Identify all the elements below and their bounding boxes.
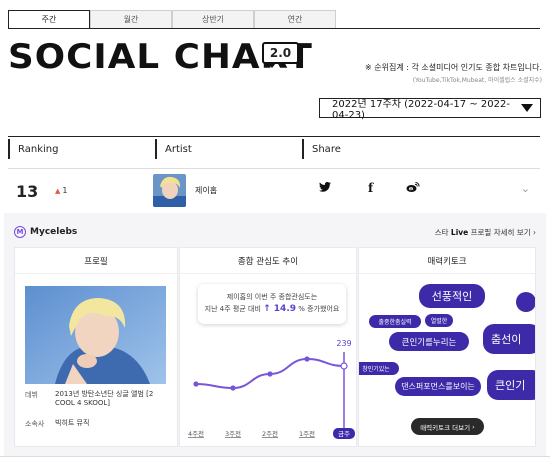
ranking-notice: ※ 순위집계 : 각 소셜미디어 인기도 종합 차트입니다. (YouTube,… <box>365 62 542 84</box>
star-live-prefix: 스타 <box>434 228 451 237</box>
x-axis-label[interactable]: 금주 <box>338 430 350 438</box>
keyword-more-label: 매력키토크 더보기 <box>420 423 471 432</box>
rank-change-value: 1 <box>62 186 68 195</box>
column-ranking: Ranking <box>8 139 156 159</box>
debut-key: 데뷔 <box>25 391 38 399</box>
keyword-bubble[interactable]: 창인기있는 <box>359 362 399 375</box>
profile-agency-row: 소속사 빅히트 뮤직 <box>25 419 165 429</box>
weibo-icon[interactable] <box>406 181 420 196</box>
keyword-title: 매력키토크 <box>359 248 535 274</box>
keyword-bubble[interactable]: 댄스퍼포먼스를보이는 <box>395 377 481 396</box>
chevron-right-icon: › <box>533 228 536 237</box>
notice-main: ※ 순위집계 : 각 소셜미디어 인기도 종합 차트입니다. <box>365 63 542 72</box>
tab-yearly[interactable]: 연간 <box>254 10 336 29</box>
week-selector[interactable]: 2022년 17주차 (2022-04-17 ~ 2022-04-23) <box>319 98 541 121</box>
trend-chart-area: 제이홉의 이번 주 종합관심도는 지난 4주 평균 대비 ↑ 14.9 % 증가… <box>180 274 358 448</box>
chevron-down-icon[interactable]: ⌄ <box>521 182 530 195</box>
keyword-bubble[interactable]: 큰인기를누리는 <box>389 332 469 351</box>
profile-title: 프로필 <box>15 248 177 274</box>
tabs-divider <box>8 28 540 29</box>
keyword-bubble[interactable]: 출중한춤실력 <box>369 315 421 328</box>
star-live-bold: Live <box>450 228 469 237</box>
notice-sub: (YouTube,TikTok,Mubeat, 마이셀럽스 소셜지수) <box>412 77 542 84</box>
header-top-line <box>8 136 540 137</box>
social-chart-logo: SOCIAL CHART 2.0 <box>8 38 312 76</box>
column-share: Share <box>302 139 540 159</box>
header-bottom-line <box>8 168 540 169</box>
trend-line-chart: 239 4주전 3주전 2주전 1주전 금주 <box>188 339 355 439</box>
star-live-suffix: 프로필 자세히 보기 <box>468 228 531 237</box>
facebook-icon[interactable]: f <box>368 181 373 195</box>
mycelebs-brand: M Mycelebs <box>14 226 77 238</box>
trend-peak-label: 239 <box>336 339 351 348</box>
debut-value: 2013년 방탄소년단 싱글 앨범 [2 COOL 4 SKOOL] <box>55 390 154 407</box>
chart-row[interactable]: 13 ▲ 1 제이홉 f ⌄ <box>8 170 540 210</box>
tab-half-year[interactable]: 상반기 <box>172 10 254 29</box>
trend-point <box>304 356 310 362</box>
column-artist: Artist <box>155 139 303 159</box>
profile-debut-row: 데뷔 2013년 방탄소년단 싱글 앨범 [2 COOL 4 SKOOL] <box>25 390 165 408</box>
week-selector-value: 2022년 17주차 (2022-04-17 ~ 2022-04-23) <box>332 99 510 121</box>
trend-box: 종합 관심도 추이 제이홉의 이번 주 종합관심도는 지난 4주 평균 대비 ↑… <box>179 247 357 447</box>
tab-weekly[interactable]: 주간 <box>8 10 90 29</box>
keyword-bubble[interactable]: 열렬한 <box>425 314 453 327</box>
keyword-box: 매력키토크 선풍적인 출중한춤실력 열렬한 큰인기를누리는 춤선이 창인기있는 … <box>358 247 536 447</box>
keyword-more-button[interactable]: 매력키토크 더보기 › <box>411 418 484 435</box>
trend-point <box>230 385 236 391</box>
page-bottom-line <box>0 456 550 457</box>
profile-box: 프로필 데뷔 2013년 방탄소년단 싱글 앨범 [2 COOL 4 SKOOL… <box>14 247 178 447</box>
artist-name[interactable]: 제이홉 <box>195 185 217 196</box>
rank-up-icon: ▲ <box>55 187 61 195</box>
x-axis-label[interactable]: 3주전 <box>225 429 241 438</box>
star-live-link[interactable]: 스타 Live 프로필 자세히 보기 › <box>435 227 536 238</box>
keyword-bubble[interactable]: 춤선이 <box>483 324 535 354</box>
keyword-bubble[interactable]: 선풍적인 <box>419 284 485 308</box>
x-axis-label[interactable]: 1주전 <box>299 429 315 438</box>
tab-monthly[interactable]: 월간 <box>90 10 172 29</box>
agency-value: 빅히트 뮤직 <box>55 419 90 427</box>
profile-photo <box>25 286 166 384</box>
x-axis-label[interactable]: 2주전 <box>262 429 278 438</box>
period-tabs: 주간 월간 상반기 연간 <box>8 10 336 29</box>
version-badge: 2.0 <box>262 42 299 68</box>
trend-point <box>193 381 199 387</box>
trend-point <box>340 362 348 370</box>
keyword-bubble[interactable]: 큰인기 <box>487 370 535 400</box>
detail-panel: M Mycelebs 스타 Live 프로필 자세히 보기 › 프로필 데뷔 2… <box>4 213 546 456</box>
keyword-bubble-partial[interactable] <box>516 292 535 312</box>
chevron-right-icon: › <box>470 422 475 431</box>
mycelebs-label: Mycelebs <box>30 227 78 237</box>
twitter-icon[interactable] <box>319 181 331 195</box>
trend-title: 종합 관심도 추이 <box>180 248 356 274</box>
keyword-cloud: 선풍적인 출중한춤실력 열렬한 큰인기를누리는 춤선이 창인기있는 댄스퍼포먼스… <box>359 274 535 446</box>
dropdown-arrow-icon <box>521 104 533 112</box>
mycelebs-logo-icon: M <box>14 226 26 238</box>
rank-change: ▲ 1 <box>55 186 67 195</box>
agency-key: 소속사 <box>25 420 45 428</box>
rank-number: 13 <box>16 182 39 201</box>
artist-thumbnail[interactable] <box>153 174 186 207</box>
x-axis-label[interactable]: 4주전 <box>188 429 204 438</box>
trend-point <box>267 371 273 377</box>
